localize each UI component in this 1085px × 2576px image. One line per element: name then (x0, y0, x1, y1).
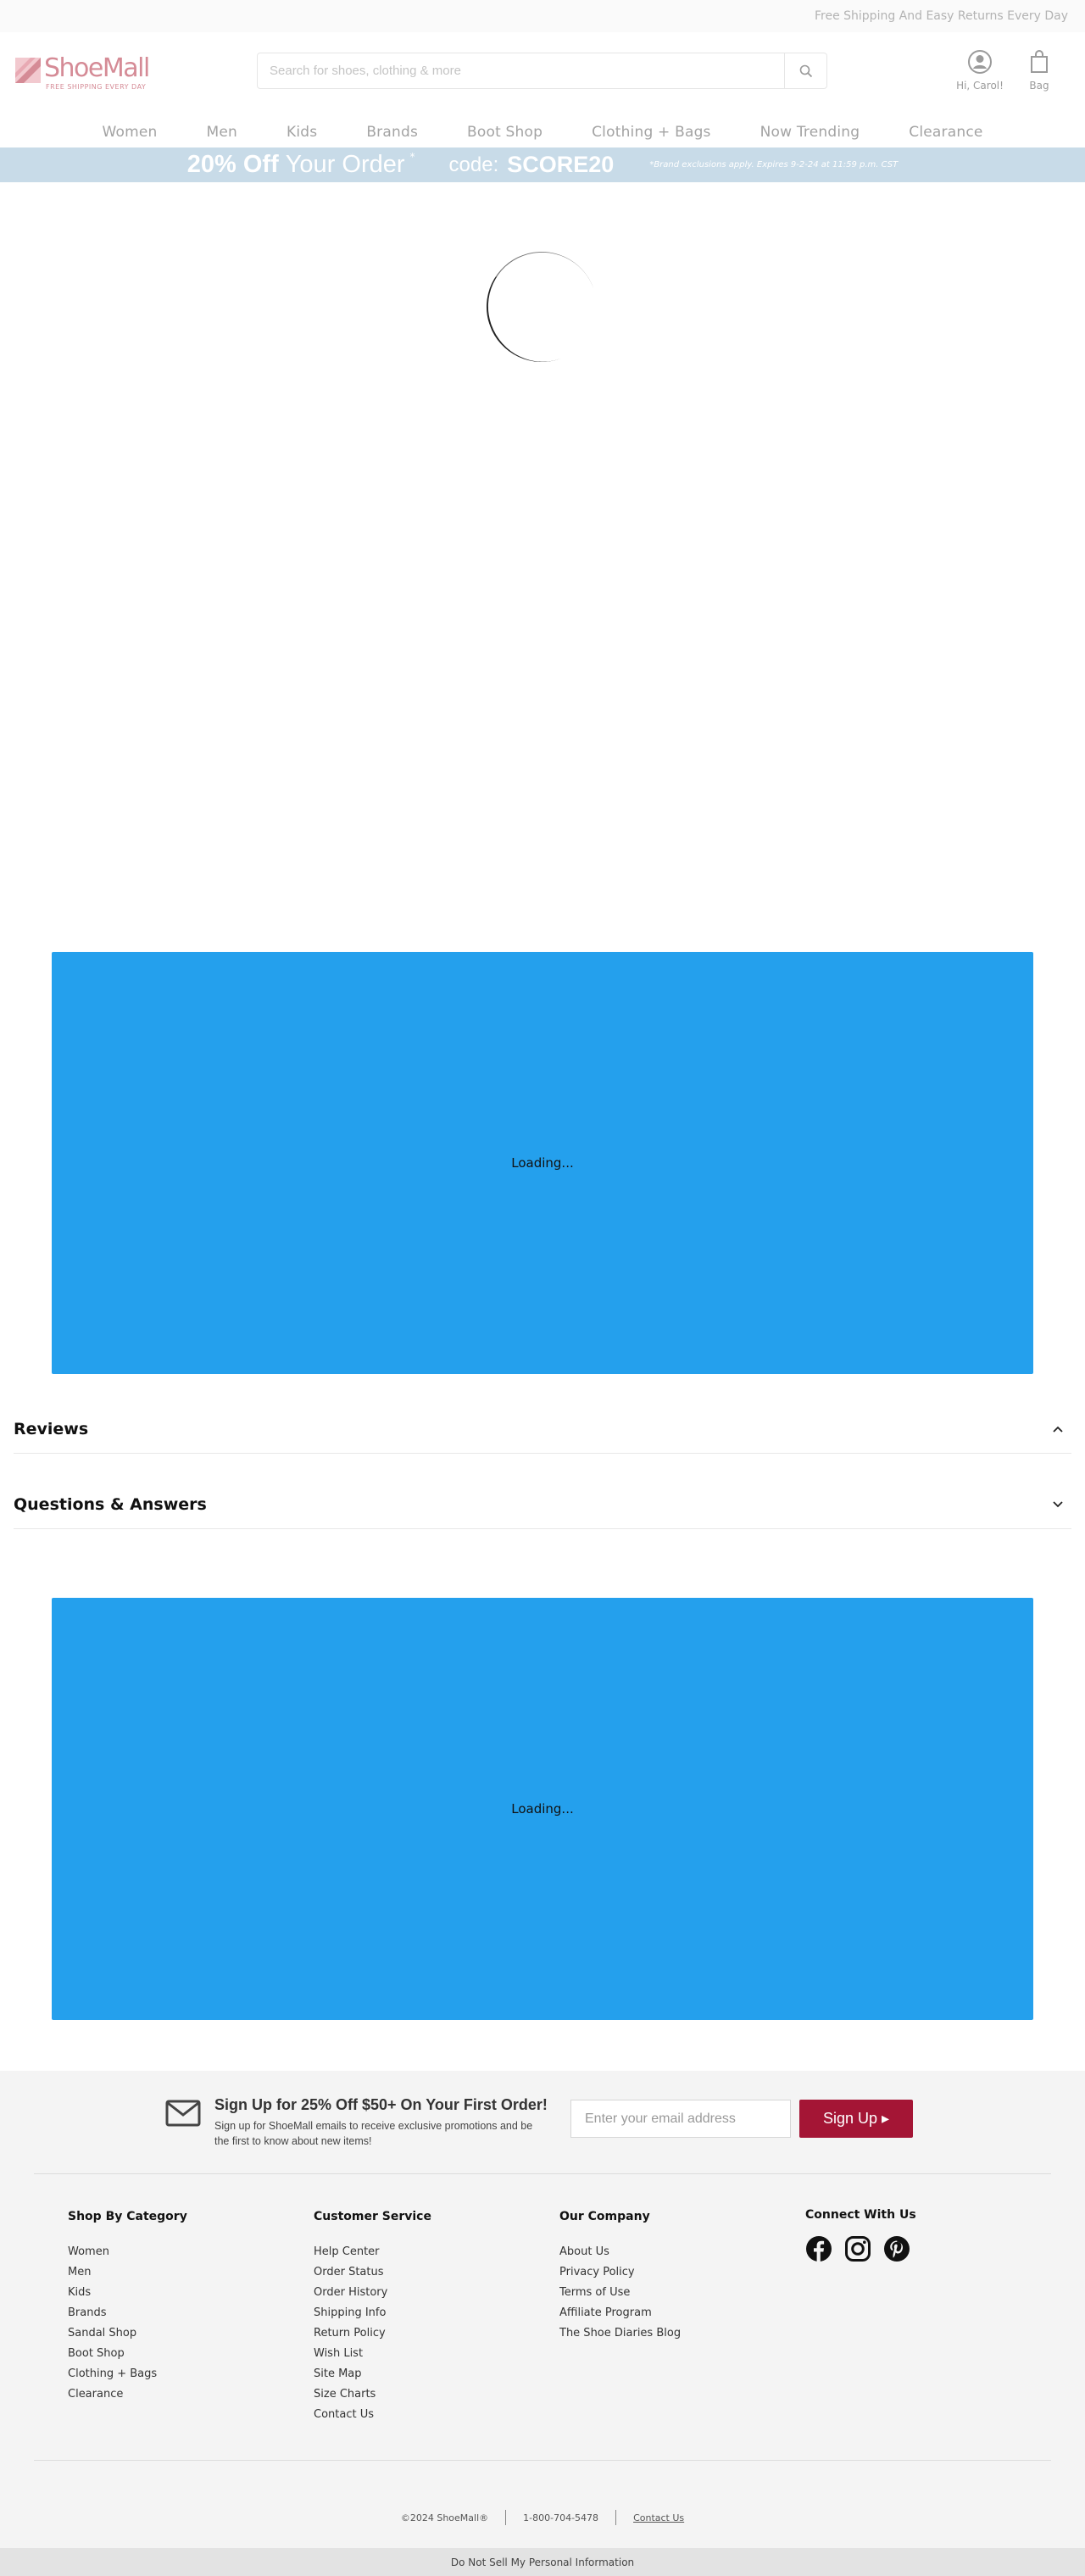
footer-link[interactable]: Clearance (68, 2384, 187, 2405)
footer-link[interactable]: Privacy Policy (559, 2262, 681, 2283)
footer-link[interactable]: Order History (314, 2283, 431, 2303)
footer-divider (34, 2173, 1051, 2174)
footer-link[interactable]: Contact Us (314, 2405, 431, 2425)
footer-link[interactable]: Wish List (314, 2344, 431, 2364)
bag-icon (1031, 50, 1048, 73)
shipping-banner-text: Free Shipping And Easy Returns Every Day (814, 9, 1068, 23)
nav-item-women[interactable]: Women (77, 124, 181, 141)
nav-item-clothing-bags[interactable]: Clothing + Bags (567, 124, 736, 141)
email-field[interactable] (570, 2100, 791, 2138)
chevron-up-icon (1053, 1422, 1063, 1436)
nav-item-men[interactable]: Men (181, 124, 262, 141)
footer-divider (34, 2460, 1051, 2461)
promo-fine-print: *Brand exclusions apply. Expires 9-2-24 … (649, 160, 899, 170)
bag-label: Bag (1029, 80, 1049, 92)
footer-link[interactable]: Shipping Info (314, 2303, 431, 2323)
search-button[interactable] (784, 53, 826, 88)
footer-link[interactable]: Women (68, 2242, 187, 2262)
promo-code-label: code: (448, 153, 499, 176)
footer-column-customer-service: Customer Service Help Center Order Statu… (314, 2210, 431, 2425)
footer-link[interactable]: Clothing + Bags (68, 2364, 187, 2384)
signup-title: Sign Up for 25% Off $50+ On Your First O… (214, 2096, 548, 2113)
footer-link[interactable]: Affiliate Program (559, 2303, 681, 2323)
loading-spinner-icon (470, 236, 613, 378)
footer-column-title: Shop By Category (68, 2210, 187, 2223)
footer-column-connect: Connect With Us (805, 2208, 916, 2262)
account-button[interactable]: Hi, Carol! (956, 49, 1004, 92)
questions-answers-accordion[interactable]: Questions & Answers (14, 1480, 1071, 1529)
nav-item-boot-shop[interactable]: Boot Shop (442, 124, 567, 141)
promo-banner[interactable]: 20% Off Your Order * code: SCORE20 *Bran… (0, 147, 1085, 182)
nav-item-now-trending[interactable]: Now Trending (736, 124, 885, 141)
promo-text: Your Order (285, 151, 405, 178)
nav-item-kids[interactable]: Kids (262, 124, 342, 141)
footer-link[interactable]: The Shoe Diaries Blog (559, 2323, 681, 2344)
user-icon (968, 50, 992, 74)
footer-link[interactable]: Size Charts (314, 2384, 431, 2405)
footer-link[interactable]: Sandal Shop (68, 2323, 187, 2344)
divider (615, 2510, 617, 2525)
copyright-text: ©2024 ShoeMall® (400, 2512, 489, 2523)
phone-number[interactable]: 1-800-704-5478 (523, 2512, 598, 2523)
bag-button[interactable]: Bag (1022, 49, 1056, 92)
shipping-banner: Free Shipping And Easy Returns Every Day (0, 0, 1085, 32)
footer-link[interactable]: Brands (68, 2303, 187, 2323)
promo-amount: 20% Off (186, 151, 279, 178)
logo-tagline: FREE SHIPPING EVERY DAY (46, 83, 147, 91)
footer-legal: ©2024 ShoeMall® 1-800-704-5478 Contact U… (0, 2510, 1085, 2525)
loading-panel-recommendations: Loading... (52, 952, 1033, 1374)
nav-item-brands[interactable]: Brands (342, 124, 442, 141)
footer-link[interactable]: Return Policy (314, 2323, 431, 2344)
do-not-sell-text: Do Not Sell My Personal Information (450, 2556, 635, 2568)
mail-icon (165, 2100, 201, 2127)
footer-column-our-company: Our Company About Us Privacy Policy Term… (559, 2210, 681, 2344)
footer-link[interactable]: Boot Shop (68, 2344, 187, 2364)
footer-link[interactable]: Site Map (314, 2364, 431, 2384)
promo-asterisk: * (409, 151, 415, 163)
footer-link[interactable]: About Us (559, 2242, 681, 2262)
questions-answers-title: Questions & Answers (14, 1494, 207, 1514)
contact-us-link[interactable]: Contact Us (633, 2512, 684, 2523)
footer-link[interactable]: Kids (68, 2283, 187, 2303)
divider (505, 2510, 507, 2525)
loading-text: Loading... (511, 1155, 574, 1171)
signup-subtitle: Sign up for ShoeMall emails to receive e… (214, 2120, 533, 2147)
account-label: Hi, Carol! (956, 80, 1004, 92)
logo-name: ShoeMall (44, 53, 150, 83)
email-signup: Sign Up for 25% Off $50+ On Your First O… (165, 2093, 920, 2147)
footer-column-shop-by-category: Shop By Category Women Men Kids Brands S… (68, 2210, 187, 2405)
reviews-accordion[interactable]: Reviews (14, 1405, 1071, 1454)
footer-link[interactable]: Men (68, 2262, 187, 2283)
main-nav: Women Men Kids Brands Boot Shop Clothing… (0, 117, 1085, 147)
site-logo[interactable]: ShoeMall FREE SHIPPING EVERY DAY (15, 53, 150, 91)
pinterest-icon[interactable] (883, 2235, 910, 2262)
connect-title: Connect With Us (805, 2208, 916, 2222)
facebook-icon[interactable] (805, 2235, 832, 2262)
search-bar (257, 53, 827, 89)
search-input[interactable] (258, 53, 784, 88)
logo-mark-icon (15, 58, 41, 83)
footer-link[interactable]: Order Status (314, 2262, 431, 2283)
loading-panel-more: Loading... (52, 1598, 1033, 2020)
footer-link[interactable]: Terms of Use (559, 2283, 681, 2303)
footer-column-title: Our Company (559, 2210, 650, 2223)
sign-up-button[interactable]: Sign Up ▸ (799, 2100, 913, 2138)
nav-item-clearance[interactable]: Clearance (884, 124, 1007, 141)
do-not-sell-link[interactable]: Do Not Sell My Personal Information (0, 2548, 1085, 2576)
promo-code: SCORE20 (507, 152, 615, 177)
search-icon (799, 64, 812, 77)
instagram-icon[interactable] (844, 2235, 871, 2262)
footer-column-title: Customer Service (314, 2210, 431, 2223)
footer-link[interactable]: Help Center (314, 2242, 431, 2262)
site-footer: Sign Up for 25% Off $50+ On Your First O… (0, 2071, 1085, 2576)
site-header: ShoeMall FREE SHIPPING EVERY DAY Hi, Car… (0, 32, 1085, 117)
loading-text: Loading... (511, 1801, 574, 1817)
social-links (805, 2235, 916, 2262)
reviews-title: Reviews (14, 1419, 89, 1438)
chevron-down-icon (1053, 1498, 1063, 1511)
